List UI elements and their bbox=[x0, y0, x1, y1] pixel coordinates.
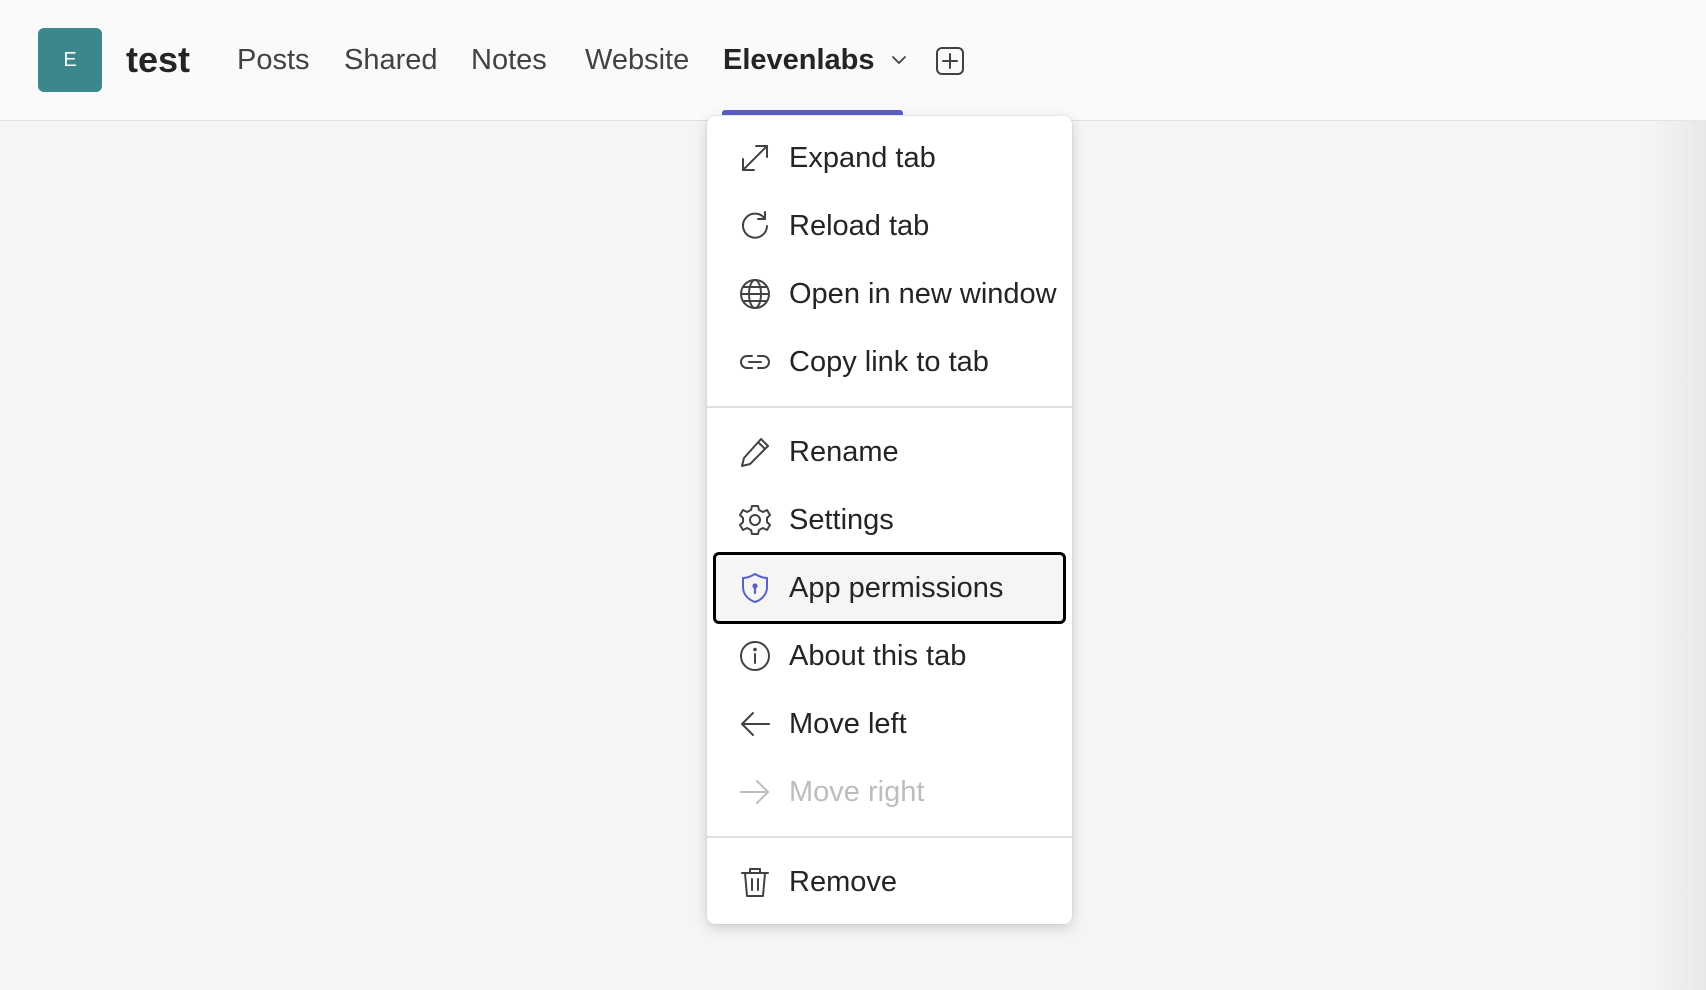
menu-item-label: Settings bbox=[789, 503, 894, 536]
expand-icon bbox=[737, 140, 773, 176]
tab-elevenlabs[interactable]: Elevenlabs bbox=[723, 40, 909, 80]
menu-item-app-permissions[interactable]: App permissions bbox=[713, 552, 1066, 624]
menu-item-remove[interactable]: Remove bbox=[713, 848, 1066, 916]
arrow-right-icon bbox=[737, 774, 773, 810]
add-tab-icon[interactable] bbox=[935, 46, 965, 76]
arrow-left-icon bbox=[737, 706, 773, 742]
channel-header: E test Posts Shared Notes Website Eleven… bbox=[0, 0, 1706, 121]
chevron-down-icon[interactable] bbox=[889, 50, 909, 70]
menu-divider bbox=[707, 406, 1072, 408]
trash-icon bbox=[737, 864, 773, 900]
menu-item-rename[interactable]: Rename bbox=[713, 418, 1066, 486]
gear-icon bbox=[737, 502, 773, 538]
menu-item-label: Reload tab bbox=[789, 209, 930, 242]
tab-website[interactable]: Website bbox=[585, 40, 689, 80]
info-icon bbox=[737, 638, 773, 674]
menu-item-about-tab[interactable]: About this tab bbox=[713, 622, 1066, 690]
avatar-letter: E bbox=[63, 48, 77, 71]
link-icon bbox=[737, 344, 773, 380]
tab-elevenlabs-label: Elevenlabs bbox=[723, 44, 875, 76]
menu-item-label: Move left bbox=[789, 707, 907, 740]
reload-icon bbox=[737, 208, 773, 244]
menu-item-move-right: Move right bbox=[713, 758, 1066, 826]
menu-item-settings[interactable]: Settings bbox=[713, 486, 1066, 554]
menu-item-reload-tab[interactable]: Reload tab bbox=[713, 192, 1066, 260]
menu-item-label: Open in new window bbox=[789, 277, 1057, 310]
menu-item-open-new-window[interactable]: Open in new window bbox=[713, 260, 1066, 328]
menu-item-label: About this tab bbox=[789, 639, 967, 672]
team-avatar[interactable]: E bbox=[38, 28, 102, 92]
content-edge-shadow bbox=[1646, 120, 1706, 990]
menu-item-label: Remove bbox=[789, 865, 897, 898]
menu-divider bbox=[707, 836, 1072, 838]
team-name: test bbox=[126, 39, 191, 80]
tab-posts[interactable]: Posts bbox=[237, 40, 310, 80]
menu-item-label: App permissions bbox=[789, 571, 1004, 604]
menu-item-label: Copy link to tab bbox=[789, 345, 989, 378]
pencil-icon bbox=[737, 434, 773, 470]
menu-item-move-left[interactable]: Move left bbox=[713, 690, 1066, 758]
tab-shared[interactable]: Shared bbox=[344, 40, 438, 80]
tab-context-menu: Expand tab Reload tab Open in new window… bbox=[707, 116, 1072, 924]
menu-item-label: Expand tab bbox=[789, 141, 936, 174]
menu-item-expand-tab[interactable]: Expand tab bbox=[713, 124, 1066, 192]
globe-icon bbox=[737, 276, 773, 312]
menu-item-label: Move right bbox=[789, 775, 925, 808]
menu-item-copy-link[interactable]: Copy link to tab bbox=[713, 328, 1066, 396]
menu-item-label: Rename bbox=[789, 435, 899, 468]
tab-notes[interactable]: Notes bbox=[471, 40, 547, 80]
active-tab-indicator bbox=[722, 110, 903, 115]
shield-icon bbox=[737, 570, 773, 606]
